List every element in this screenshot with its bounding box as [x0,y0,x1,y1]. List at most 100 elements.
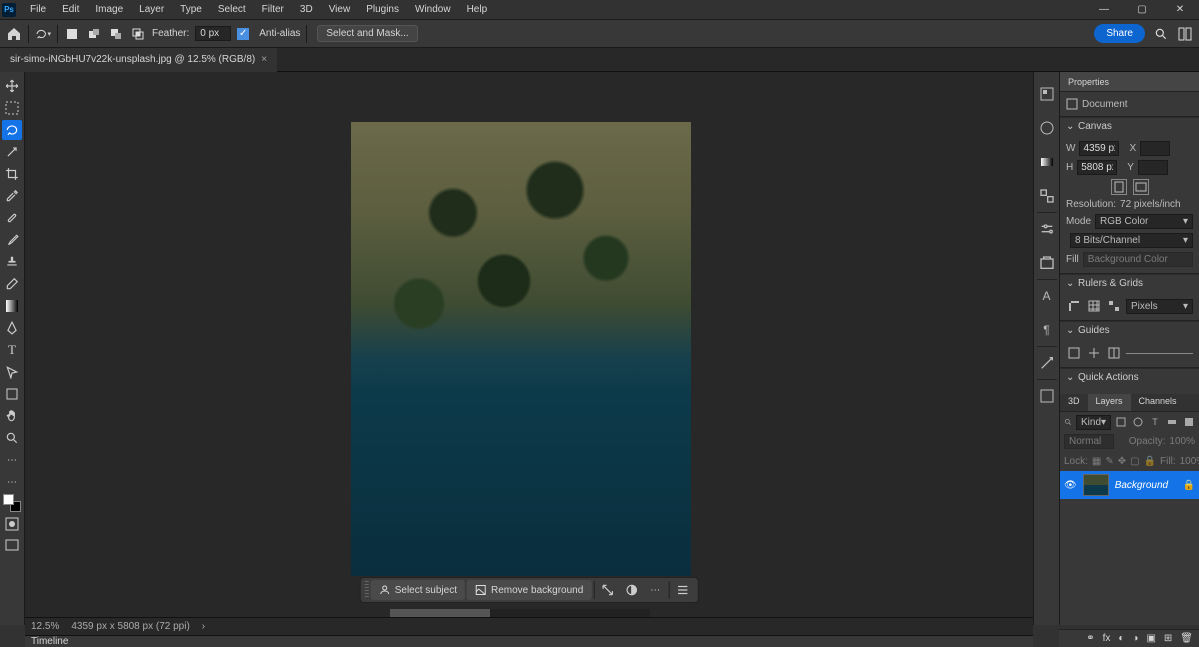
paragraph-panel-icon[interactable]: ¶ [1037,320,1057,340]
pixel-grid-icon[interactable] [1106,298,1122,314]
gradient-tool[interactable] [2,296,22,316]
close-tab-icon[interactable]: × [261,54,267,65]
filter-type-icon[interactable]: T [1149,414,1162,430]
width-input[interactable] [1079,141,1119,156]
character-panel-icon[interactable]: A [1037,286,1057,306]
portrait-orient-icon[interactable] [1111,179,1127,195]
canvas-section-header[interactable]: ⌄Canvas [1060,117,1199,135]
select-subject-button[interactable]: Select subject [371,580,465,600]
add-selection-icon[interactable] [86,26,102,42]
document-tab[interactable]: sir-simo-iNGbHU7v22k-unsplash.jpg @ 12.5… [0,48,277,72]
maximize-button[interactable]: ▢ [1123,0,1161,20]
pen-tool[interactable] [2,318,22,338]
lasso-tool[interactable] [2,120,22,140]
search-icon[interactable] [1153,26,1169,42]
workspace-icon[interactable] [1177,26,1193,42]
new-layer-icon[interactable]: ⊞ [1164,633,1172,644]
layer-row-background[interactable]: 👁 Background 🔒 [1060,471,1199,499]
fill-select[interactable]: Background Color [1083,252,1193,267]
history-panel-icon[interactable] [1037,386,1057,406]
menu-help[interactable]: Help [459,1,496,18]
filter-pixel-icon[interactable] [1115,414,1128,430]
subtract-selection-icon[interactable] [108,26,124,42]
visibility-icon[interactable]: 👁 [1064,480,1077,491]
transform-icon[interactable] [596,579,618,601]
share-button[interactable]: Share [1094,24,1145,43]
lock-artboard-icon[interactable]: ▢ [1130,453,1139,469]
more-tools-icon[interactable]: ⋯ [2,450,22,470]
move-tool[interactable] [2,76,22,96]
lock-transparent-icon[interactable]: ▦ [1092,453,1101,469]
lock-all-icon[interactable]: 🔒 [1144,453,1156,469]
new-selection-icon[interactable] [64,26,80,42]
heal-tool[interactable] [2,208,22,228]
adjustments-icon[interactable] [620,579,642,601]
horizontal-scrollbar[interactable] [390,609,650,617]
menu-layer[interactable]: Layer [131,1,172,18]
group-icon[interactable]: ▣ [1146,633,1155,644]
menu-type[interactable]: Type [172,1,210,18]
eyedropper-tool[interactable] [2,186,22,206]
brush-tool[interactable] [2,230,22,250]
bits-select[interactable]: 8 Bits/Channel▾ [1070,233,1193,248]
menu-3d[interactable]: 3D [292,1,321,18]
link-layers-icon[interactable]: ⚭ [1086,633,1094,644]
eraser-tool[interactable] [2,274,22,294]
crop-tool[interactable] [2,164,22,184]
mode-select[interactable]: RGB Color▾ [1095,214,1193,229]
path-tool[interactable] [2,362,22,382]
menu-file[interactable]: File [22,1,54,18]
fx-icon[interactable]: fx [1103,633,1111,644]
grid-icon[interactable] [1086,298,1102,314]
zoom-tool[interactable] [2,428,22,448]
wand-tool[interactable] [2,142,22,162]
menu-filter[interactable]: Filter [254,1,292,18]
modify-panel-icon[interactable] [1037,353,1057,373]
layer-name[interactable]: Background [1115,480,1168,491]
menu-view[interactable]: View [321,1,359,18]
guide-icon-3[interactable] [1106,345,1122,361]
close-button[interactable]: ✕ [1161,0,1199,20]
ruler-icon[interactable] [1066,298,1082,314]
menu-edit[interactable]: Edit [54,1,87,18]
properties-icon[interactable] [671,579,693,601]
minimize-button[interactable]: — [1085,0,1123,20]
zoom-value[interactable]: 12.5% [31,621,59,632]
adjustments-panel-icon[interactable] [1037,219,1057,239]
lock-icon[interactable]: 🔒 [1183,480,1195,491]
x-input[interactable] [1140,141,1170,156]
grip-icon[interactable] [365,581,369,599]
status-chevron-icon[interactable]: › [202,621,205,632]
properties-tab[interactable]: Properties [1060,72,1199,92]
color-panel-icon[interactable] [1037,84,1057,104]
lock-paint-icon[interactable]: ✎ [1105,453,1113,469]
select-and-mask-button[interactable]: Select and Mask... [317,25,417,42]
menu-window[interactable]: Window [407,1,459,18]
gradients-panel-icon[interactable] [1037,152,1057,172]
hand-tool[interactable] [2,406,22,426]
filter-shape-icon[interactable] [1165,414,1178,430]
edit-toolbar-icon[interactable]: ⋯ [2,472,22,492]
lock-position-icon[interactable]: ✥ [1118,453,1126,469]
blend-mode-select[interactable]: Normal [1064,434,1114,449]
layer-fill-value[interactable]: 100% [1180,456,1199,467]
units-select[interactable]: Pixels▾ [1126,299,1193,314]
canvas-area[interactable]: Select subject Remove background ⋯ [25,72,1033,625]
height-input[interactable] [1077,160,1117,175]
delete-layer-icon[interactable]: 🗑 [1180,633,1193,644]
tab-channels[interactable]: Channels [1131,394,1185,411]
marquee-tool[interactable] [2,98,22,118]
landscape-orient-icon[interactable] [1133,179,1149,195]
foreground-background-colors[interactable] [3,494,21,512]
home-icon[interactable] [6,26,22,42]
lasso-preset-icon[interactable]: ▾ [35,26,51,42]
feather-input[interactable] [195,26,231,41]
document-canvas[interactable] [351,122,691,576]
quick-actions-header[interactable]: ⌄Quick Actions [1060,368,1199,386]
type-tool[interactable]: T [2,340,22,360]
screen-mode-icon[interactable] [2,536,22,556]
guide-icon-2[interactable] [1086,345,1102,361]
doc-dimensions[interactable]: 4359 px x 5808 px (72 ppi) [71,621,189,632]
mask-icon[interactable]: ◐ [1118,633,1124,644]
menu-image[interactable]: Image [87,1,131,18]
